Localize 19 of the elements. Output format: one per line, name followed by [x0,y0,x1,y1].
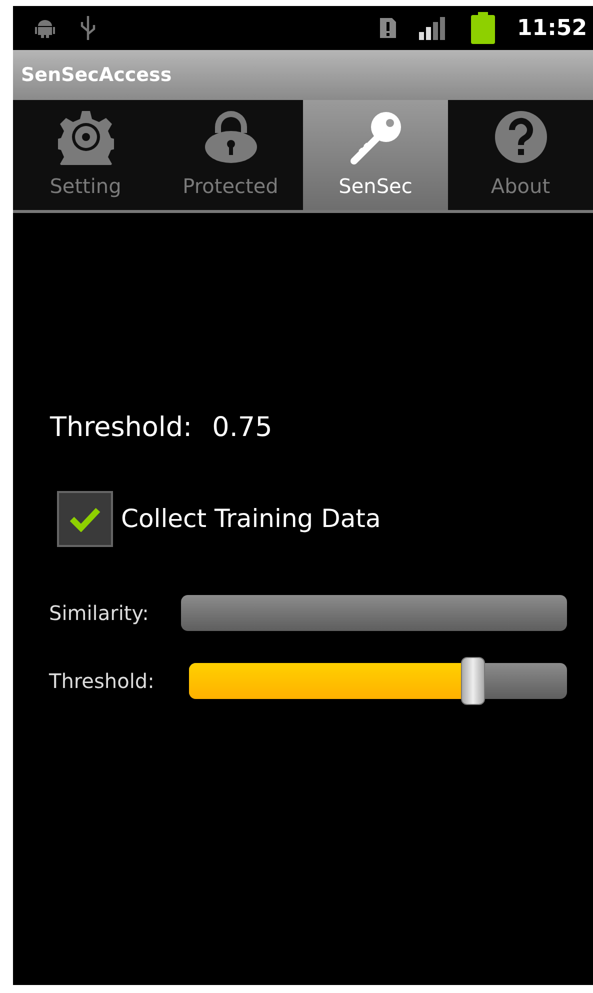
threshold-value: 0.75 [212,411,272,445]
checkmark-icon [69,506,101,532]
usb-icon [79,15,97,41]
gear-icon [58,109,114,165]
checkbox-label: Collect Training Data [121,502,381,535]
checkbox[interactable] [57,490,113,546]
slider[interactable] [189,656,567,704]
key-icon [348,109,404,165]
app-title: SenSecAccess [21,62,172,88]
help-icon [492,109,548,165]
battery-icon [470,12,495,44]
threshold-label: Threshold: [50,411,192,445]
padlock-icon [202,109,258,165]
tab[interactable]: SenSec [303,100,448,210]
sim-alert-icon [378,17,397,39]
clock: 11:52 [516,14,587,42]
meter-label: Threshold: [49,668,156,694]
slider-thumb[interactable] [460,656,484,704]
meter-label: Similarity: [49,600,150,626]
